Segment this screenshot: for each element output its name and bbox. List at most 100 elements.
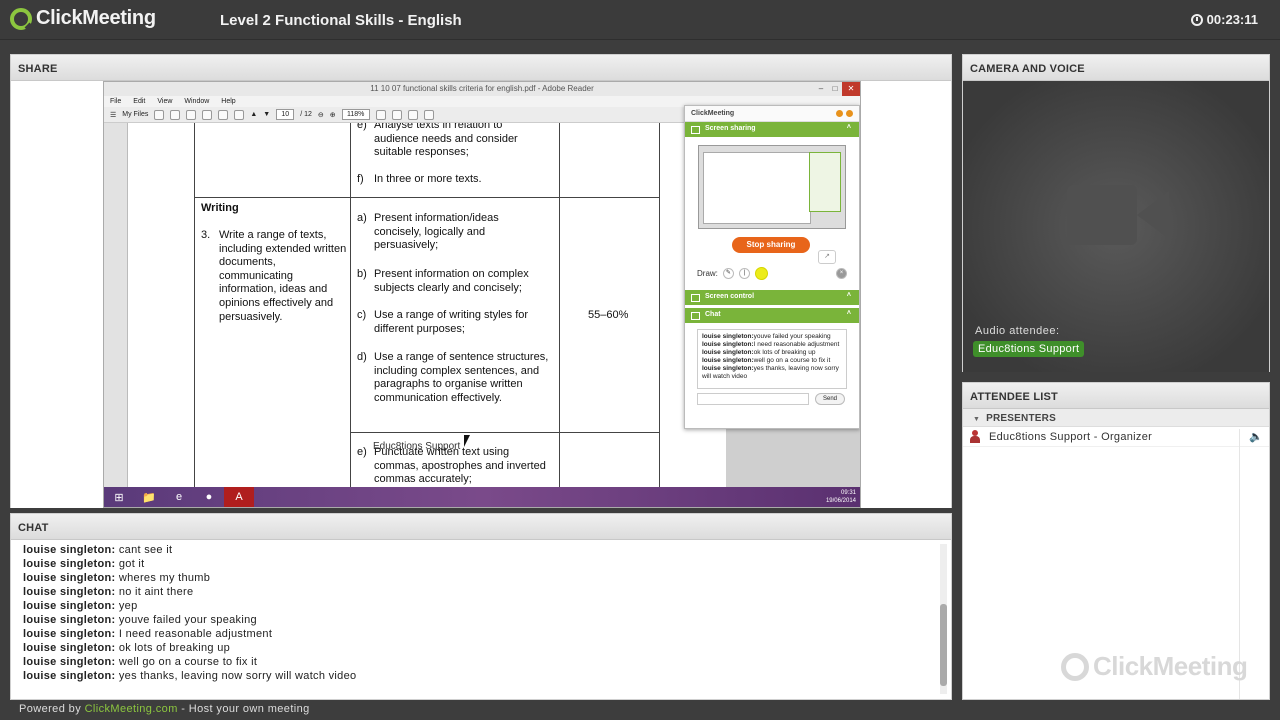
my-files-button[interactable]: My Files: [122, 111, 148, 118]
screen-sharing-section[interactable]: Screen sharing: [685, 122, 859, 137]
shared-screen: 11 10 07 functional skills criteria for …: [11, 81, 951, 508]
menu-view[interactable]: View: [157, 96, 172, 107]
item-d-text: Use a range of sentence structures, incl…: [374, 351, 549, 404]
chat-author: louise singleton:: [702, 349, 754, 356]
page-up-icon[interactable]: ▲: [250, 111, 257, 118]
list-item: louise singleton:ok lots of breaking up: [702, 349, 842, 357]
page-number-input[interactable]: 10: [276, 109, 295, 120]
line-icon[interactable]: |: [738, 268, 750, 279]
chat-message: louise singleton: no it aint there: [23, 585, 927, 599]
attendee-row[interactable]: Educ8tions Support - Organizer 🔈: [963, 427, 1269, 447]
footer-suffix: - Host your own meeting: [181, 703, 310, 715]
presenters-label: PRESENTERS: [986, 413, 1056, 424]
yellow-color-icon[interactable]: [754, 267, 768, 280]
chat-scrollbar-thumb[interactable]: [940, 604, 947, 686]
menu-edit[interactable]: Edit: [133, 96, 145, 107]
item-3-number: 3.: [201, 229, 211, 241]
system-tray: 09:31 19/06/2014: [826, 489, 860, 505]
screen-preview-thumbnail: [698, 145, 846, 229]
chat-scrollbar[interactable]: [940, 544, 947, 694]
pointer-owner-label: Educ8tions Support: [373, 441, 461, 452]
chat-author: louise singleton:: [702, 357, 754, 364]
chat-message: louise singleton: I need reasonable adju…: [23, 627, 927, 641]
chat-message: louise singleton: well go on a course to…: [23, 655, 927, 669]
timer-value: 00:23:11: [1206, 12, 1258, 27]
video-camera-icon: [1067, 185, 1169, 245]
menu-file[interactable]: File: [110, 96, 121, 107]
chat-author: louise singleton:: [702, 333, 754, 340]
preview-window: [703, 152, 811, 224]
chat-section[interactable]: Chat: [685, 308, 859, 323]
widget-send-button[interactable]: Send: [815, 393, 845, 405]
chat-message: louise singleton: cant see it: [23, 543, 927, 557]
menu-icon[interactable]: ☰: [110, 111, 116, 119]
zoom-in-icon[interactable]: ⊕: [330, 111, 336, 119]
speaker-icon[interactable]: 🔈: [1249, 430, 1263, 443]
collapse-arrow-icon[interactable]: ▼: [973, 416, 980, 423]
chat-log: louise singleton: cant see it louise sin…: [11, 540, 939, 700]
sign-icon[interactable]: [423, 109, 434, 120]
widget-chat-form: Send: [697, 393, 859, 405]
minimize-icon[interactable]: –: [814, 82, 828, 96]
chat-author: louise singleton:: [23, 558, 116, 570]
page-down-icon[interactable]: ▼: [263, 111, 270, 118]
meeting-timer: 00:23:11: [1190, 12, 1258, 27]
chat-text: well go on a course to fix it: [753, 357, 831, 364]
file-explorer-icon[interactable]: 📁: [134, 487, 164, 507]
stop-sharing-button[interactable]: Stop sharing: [732, 237, 810, 253]
table-line: [194, 197, 660, 198]
screen-control-section[interactable]: Screen control: [685, 290, 859, 305]
create-icon[interactable]: [154, 109, 165, 120]
chat-author: louise singleton:: [23, 600, 116, 612]
chat-message: louise singleton: ok lots of breaking up: [23, 641, 927, 655]
save-icon[interactable]: [202, 109, 213, 120]
chat-author: louise singleton:: [23, 572, 116, 584]
chat-message: louise singleton: got it: [23, 557, 927, 571]
chat-text: I need reasonable adjustment: [118, 628, 273, 640]
menu-window[interactable]: Window: [184, 96, 209, 107]
comment-icon[interactable]: [407, 109, 418, 120]
chat-text: no it aint there: [118, 586, 194, 598]
print-icon[interactable]: [218, 109, 229, 120]
item-e1-label: e): [357, 123, 367, 131]
close-icon[interactable]: ✕: [842, 82, 860, 96]
windows-start-icon[interactable]: ⊞: [104, 487, 134, 507]
clear-drawing-icon[interactable]: ×: [836, 268, 847, 279]
table-line: [559, 123, 560, 489]
adobe-reader-window: 11 10 07 functional skills criteria for …: [103, 81, 861, 508]
zoom-select[interactable]: 118%: [341, 109, 370, 120]
email-icon[interactable]: [234, 109, 245, 120]
chat-text: well go on a course to fix it: [118, 656, 258, 668]
maximize-icon[interactable]: □: [828, 82, 842, 96]
internet-explorer-icon[interactable]: e: [164, 487, 194, 507]
fullscreen-icon[interactable]: ↗: [818, 250, 836, 264]
table-line: [659, 123, 660, 489]
watermark-text: ClickMeeting: [1093, 651, 1248, 681]
widget-close-icon[interactable]: [846, 110, 853, 117]
pencil-icon[interactable]: ✎: [722, 268, 734, 279]
table-line: [350, 432, 660, 433]
clickmeeting-link[interactable]: ClickMeeting.com: [85, 703, 178, 715]
adobe-reader-icon[interactable]: A: [224, 487, 254, 507]
meeting-title: Level 2 Functional Skills - English: [220, 12, 462, 29]
attendee-list-panel: ATTENDEE LIST ▼ PRESENTERS Educ8tions Sup…: [962, 382, 1270, 700]
menu-help[interactable]: Help: [221, 96, 235, 107]
item-3-text: Write a range of texts, including extend…: [219, 229, 347, 323]
fit-page-icon[interactable]: [375, 109, 386, 120]
item-a-text: Present information/ideas concisely, log…: [374, 212, 499, 252]
share-panel: SHARE 11 10 07 functional skills criteri…: [10, 54, 952, 508]
item-c-label: c): [357, 309, 367, 321]
list-item: louise singleton:well go on a course to …: [702, 357, 842, 365]
clickmeeting-app-icon[interactable]: ●: [194, 487, 224, 507]
share-panel-header: SHARE: [11, 55, 951, 81]
clock-icon: [1190, 13, 1203, 26]
widget-chat-input[interactable]: [697, 393, 809, 405]
widget-minimize-icon[interactable]: [836, 110, 843, 117]
chat-text: wheres my thumb: [118, 572, 211, 584]
presenters-section[interactable]: ▼ PRESENTERS: [963, 409, 1269, 427]
chat-message: louise singleton: wheres my thumb: [23, 571, 927, 585]
share-icon[interactable]: [186, 109, 197, 120]
zoom-out-icon[interactable]: ⊖: [318, 111, 324, 119]
fit-width-icon[interactable]: [391, 109, 402, 120]
open-icon[interactable]: [170, 109, 181, 120]
